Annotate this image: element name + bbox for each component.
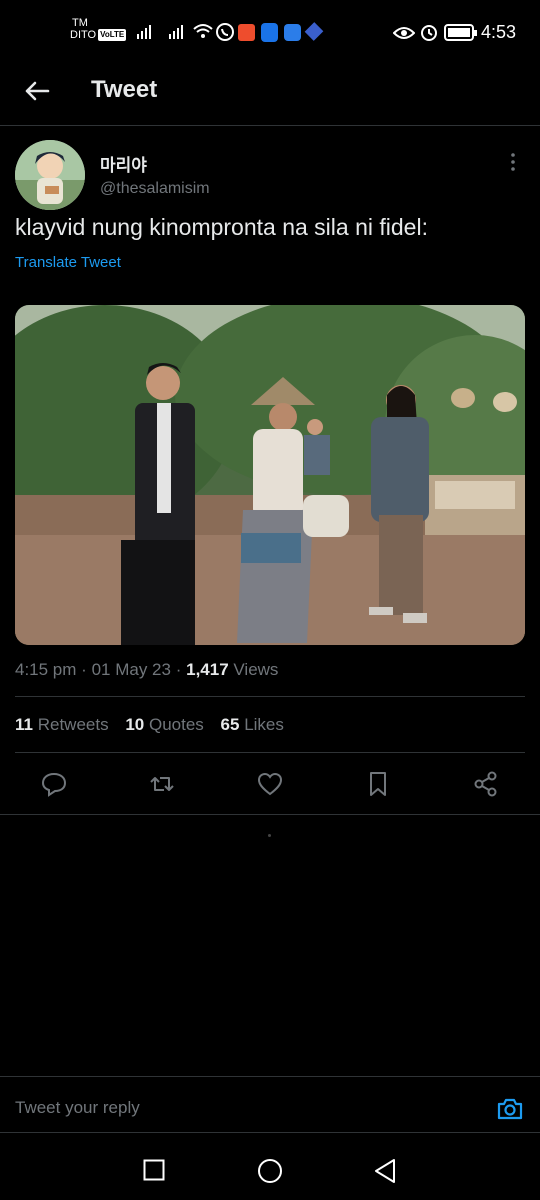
battery-icon: [444, 24, 477, 41]
display-name[interactable]: 마리야: [100, 151, 147, 176]
actions-divider: [0, 814, 540, 815]
more-vertical-icon[interactable]: [505, 151, 521, 173]
avatar-image: [15, 140, 85, 210]
nav-recents-icon[interactable]: [143, 1159, 165, 1181]
carrier-label: TM DITO VoLTE: [70, 17, 127, 41]
quotes-stat[interactable]: 10 Quotes: [125, 715, 203, 734]
page-title: Tweet: [91, 76, 158, 103]
quotes-count: 10: [125, 715, 145, 734]
bookmark-icon[interactable]: [363, 769, 393, 799]
cloud-app-icon: [284, 24, 301, 41]
signal-icon-2: [169, 25, 183, 39]
quotes-label: Quotes: [148, 715, 204, 734]
carrier-top: TM: [72, 17, 88, 29]
shopee-icon: [238, 24, 255, 41]
tweet-actions: [0, 765, 540, 805]
viber-icon: [216, 23, 234, 41]
tweet-stats: 11 Retweets 10 Quotes 65 Likes: [15, 715, 284, 735]
app-notification-icon: [261, 23, 278, 42]
signal-icon: [137, 25, 151, 39]
likes-count: 65: [220, 715, 240, 734]
alarm-icon: [421, 25, 437, 41]
retweets-label: Retweets: [37, 715, 109, 734]
camera-icon[interactable]: [496, 1095, 524, 1123]
retweets-stat[interactable]: 11 Retweets: [15, 715, 109, 734]
tweet-meta: 4:15 pm · 01 May 23 · 1,417 Views: [15, 660, 278, 680]
meta-separator-2: ·: [175, 660, 182, 679]
eye-icon: [393, 27, 415, 39]
wifi-icon: [193, 24, 213, 38]
reply-icon[interactable]: [39, 769, 69, 799]
nav-home-icon[interactable]: [257, 1158, 283, 1184]
clock: 4:53: [480, 22, 516, 42]
user-handle[interactable]: @thesalamisim: [100, 180, 210, 198]
volte-badge: VoLTE: [98, 29, 127, 41]
retweet-icon[interactable]: [147, 769, 177, 799]
carrier-name: DITO: [70, 29, 97, 41]
views-count: 1,417: [186, 660, 229, 679]
tweet-time[interactable]: 4:15 pm: [15, 660, 76, 679]
tweet-photo[interactable]: [15, 305, 525, 645]
views-label: Views: [233, 660, 279, 679]
reply-input[interactable]: Tweet your reply: [15, 1098, 140, 1118]
header-divider: [0, 125, 540, 126]
meta-separator: ·: [81, 660, 87, 679]
tweet-photo-image: [15, 305, 525, 645]
nav-back-icon[interactable]: [373, 1158, 397, 1184]
meta-divider: [15, 696, 525, 697]
tweet-date[interactable]: 01 May 23: [92, 660, 171, 679]
share-icon[interactable]: [471, 769, 501, 799]
retweets-count: 11: [15, 715, 33, 734]
loading-dot: [268, 834, 271, 837]
like-icon[interactable]: [255, 769, 285, 799]
stats-divider: [15, 752, 525, 753]
likes-label: Likes: [244, 715, 284, 734]
nav-divider: [0, 1132, 540, 1133]
avatar[interactable]: [15, 140, 85, 210]
back-arrow-icon[interactable]: [22, 76, 52, 106]
dropbox-icon: [304, 22, 324, 41]
likes-stat[interactable]: 65 Likes: [221, 715, 284, 734]
translate-tweet-link[interactable]: Translate Tweet: [15, 254, 121, 271]
tweet-text: klayvid nung kinompronta na sila ni fide…: [15, 214, 428, 240]
reply-divider: [0, 1076, 540, 1077]
android-nav-bar: [0, 1134, 540, 1200]
status-bar: TM DITO VoLTE 4:53: [0, 0, 540, 64]
